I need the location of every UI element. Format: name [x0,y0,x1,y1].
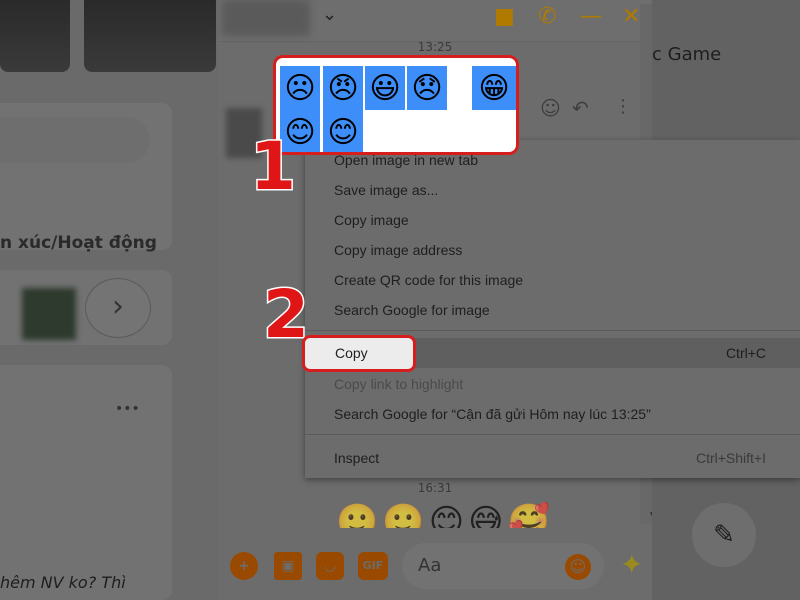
feeling-activity-button[interactable]: n xúc/Hoạt động [0,233,157,253]
emoji-tile: 😁 [472,66,516,110]
sticker-icon[interactable]: ◡ [316,552,344,580]
selected-emoji-image[interactable]: ☹ 😠 😃 😞 😁 😊 😊 [273,55,519,155]
more-icon[interactable]: ⋮ [614,96,632,117]
menu-item-save-image[interactable]: Save image as... [305,175,800,205]
context-menu: Open image in new tab Save image as... C… [305,140,800,478]
message-input[interactable]: Aa ☺ [402,543,604,589]
emoji-message: 🙂🙂😊😅🥰 [336,502,554,528]
post-text: hêm NV ko? Thì [0,573,126,592]
timestamp: 16:31 [417,481,453,495]
right-panel-text: c Game [652,44,722,65]
story-thumbnail[interactable] [84,0,216,72]
sparkle-icon[interactable]: ✦ [620,548,643,581]
close-icon[interactable]: ✕ [622,4,640,29]
video-call-icon[interactable]: ■ [494,4,515,29]
menu-label: Copy image address [334,242,463,258]
plus-icon[interactable]: + [230,552,258,580]
emoji-tile: 😃 [365,66,405,110]
emoji-tile: 😊 [323,110,363,152]
menu-label: Search Google for image [334,302,490,318]
story-avatar[interactable] [22,288,76,340]
menu-divider [305,434,800,435]
step-1-label: 1 [249,128,298,205]
menu-label: Copy link to highlight [334,376,464,392]
chevron-down-icon[interactable]: ⌄ [322,4,337,25]
gif-icon[interactable]: GIF [358,552,388,580]
emoji-tile: 😞 [407,66,447,110]
contact-avatar[interactable] [222,0,310,36]
emoji-tile: ☹ [280,66,320,110]
next-button[interactable]: › [85,278,151,338]
compose-button[interactable]: ✎ [692,503,756,567]
menu-item-copy-image[interactable]: Copy image [305,205,800,235]
phone-icon[interactable]: ✆ [538,4,556,29]
menu-item-copy-link-highlight[interactable]: Copy link to highlight [305,369,800,399]
more-options-icon[interactable]: ••• [115,401,140,417]
menu-item-inspect[interactable]: Inspect Ctrl+Shift+I [305,443,800,473]
menu-shortcut: Ctrl+C [725,345,766,361]
reply-icon[interactable]: ↶ [572,96,589,120]
menu-item-create-qr[interactable]: Create QR code for this image [305,265,800,295]
stories-card: › [0,270,172,345]
image-icon[interactable]: ▣ [274,552,302,580]
timestamp: 13:25 [417,40,453,54]
left-panel: n xúc/Hoạt động › ••• hêm NV ko? Thì [0,0,218,600]
menu-label: Copy image [334,212,409,228]
emoji: 🥰 [507,502,554,528]
menu-label: Create QR code for this image [334,272,524,288]
emoji-tile: 😠 [323,66,363,110]
menu-shortcut: Ctrl+Shift+I [695,450,766,466]
menu-label: Inspect [334,450,380,466]
minimize-icon[interactable]: — [580,4,602,29]
menu-item-search-image[interactable]: Search Google for image [305,295,800,325]
menu-label: Save image as... [334,182,439,198]
menu-divider [305,330,800,331]
story-thumbnail[interactable] [0,0,70,72]
emoji-icon[interactable]: ☺ [565,554,591,580]
menu-item-search-google[interactable]: Search Google for “Cận đã gửi Hôm nay lú… [305,399,800,429]
post-card: ••• hêm NV ko? Thì [0,365,172,600]
react-icon[interactable]: ☺ [540,96,561,120]
post-input[interactable] [0,117,150,163]
emoji: 🙂 [336,502,383,528]
chat-header: ⌄ ■ ✆ — ✕ [218,0,652,42]
emoji: 🙂 [382,502,429,528]
emoji: 😅 [468,502,508,528]
emoji: 😊 [428,502,469,528]
input-placeholder: Aa [418,555,442,576]
create-post-card: n xúc/Hoạt động [0,103,172,253]
menu-label: Search Google for “Cận đã gửi Hôm nay lú… [334,406,651,422]
copy-highlight[interactable]: Copy [302,335,416,372]
menu-item-copy-image-address[interactable]: Copy image address [305,235,800,265]
